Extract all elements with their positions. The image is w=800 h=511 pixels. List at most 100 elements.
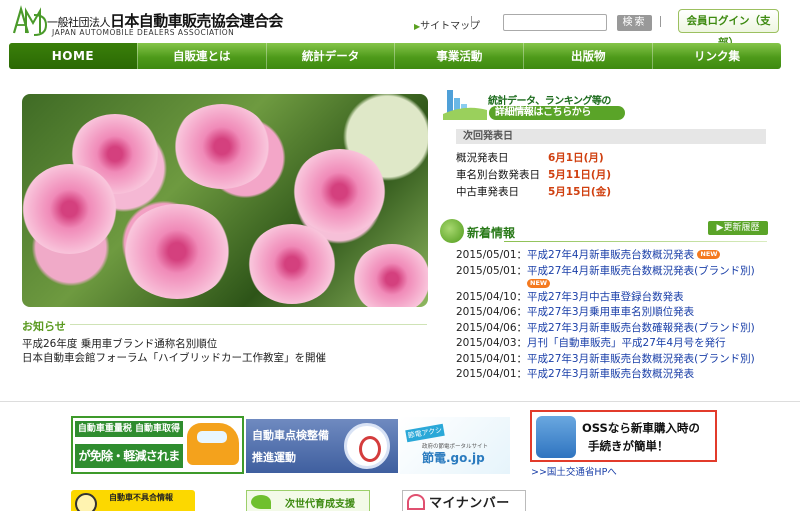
nav-publications[interactable]: 出版物 (523, 43, 652, 69)
search-button[interactable]: 検索 (617, 15, 652, 31)
news-item: 2015/04/03：月刊「自動車販売」平成27年4月号を発行 (456, 336, 786, 352)
news-date: 2015/04/01： (456, 368, 528, 380)
inspection-line1: 自動車点検整備 (252, 429, 329, 442)
azalea-flower (352, 244, 428, 307)
divider (471, 16, 472, 27)
news-link[interactable]: 月刊「自動車販売」平成27年4月号を発行 (527, 337, 726, 349)
setsuden-domain: 節電.go.jp (422, 451, 485, 465)
mynumber-label: マイナンバー (429, 496, 510, 511)
stats-banner[interactable]: 統計データ、ランキング等の 詳細情報はこちらから (441, 88, 629, 122)
oss-line2: 手続きが簡単！ (588, 439, 669, 453)
nav-links[interactable]: リンク集 (652, 43, 781, 69)
nav-statistics[interactable]: 統計データ (265, 43, 395, 69)
divider (504, 241, 767, 242)
section-divider (0, 401, 800, 402)
release-date: 5月11日(月) (548, 169, 612, 181)
jada-logo[interactable] (12, 5, 48, 37)
news-item: 2015/05/01：平成27年4月新車販売台数概況発表 NEW (456, 248, 786, 264)
azalea-flower (247, 224, 337, 304)
main-nav: HOME 自販連とは 統計データ 事業活動 出版物 リンク集 (9, 43, 781, 69)
oss-banner[interactable]: OSSなら新車購入時の 手続きが簡単！ (530, 410, 717, 462)
new-badge: NEW (697, 250, 721, 259)
search-input[interactable] (503, 14, 607, 31)
release-date: 5月15日(金) (548, 186, 612, 198)
azalea-flower (122, 204, 232, 299)
release-label: 中古車発表日 (456, 186, 519, 198)
azalea-flower (292, 149, 387, 234)
divider (660, 16, 661, 27)
mynumber-mascot-icon (407, 494, 425, 510)
next-release-table: 概況発表日 6月1日(月) 車名別台数発表日 5月11日(月) 中古車発表日 5… (456, 150, 756, 201)
news-link[interactable]: 平成27年3月新車販売台数確報発表(ブランド別) (527, 322, 755, 334)
release-label: 車名別台数発表日 (456, 169, 540, 181)
nav-home[interactable]: HOME (9, 43, 137, 69)
next-release-row: 中古車発表日 5月15日(金) (456, 184, 756, 201)
news-link[interactable]: 平成27年3月中古車登録台数発表 (527, 291, 684, 303)
bar-chart-icon (443, 90, 487, 120)
defect-info-banner[interactable]: 自動車不具合情報 (71, 490, 195, 511)
mynumber-banner[interactable]: マイナンバー (402, 490, 526, 511)
inspection-seal-icon (344, 423, 390, 469)
notice-title: お知らせ (22, 320, 66, 333)
news-date: 2015/04/06： (456, 306, 528, 318)
oss-line1: OSSなら新車購入時の (582, 421, 700, 435)
setsuden-tag: 節電アクション (405, 423, 445, 450)
nav-about[interactable]: 自販連とは (136, 43, 266, 69)
next-release-row: 車名別台数発表日 5月11日(月) (456, 167, 756, 184)
news-list: 2015/05/01：平成27年4月新車販売台数概況発表 NEW 2015/05… (456, 248, 786, 383)
mlit-link[interactable]: >>国土交通省HPへ (531, 464, 617, 478)
news-item: 2015/04/01：平成27年3月新車販売台数概況発表(ブランド別) (456, 352, 786, 368)
news-date: 2015/04/06： (456, 321, 528, 334)
leaf-icon (440, 219, 464, 243)
nextgen-label: 次世代育成支援 (285, 499, 355, 510)
car-icon (187, 423, 239, 465)
news-link[interactable]: 平成27年4月新車販売台数概況発表(ブランド別) (527, 265, 755, 277)
news-date: 2015/04/10： (456, 290, 528, 303)
news-item: 2015/05/01：平成27年4月新車販売台数概況発表(ブランド別) NEW (456, 264, 786, 290)
next-release-title: 次回発表日 (456, 129, 766, 144)
new-badge: NEW (527, 278, 551, 288)
defect-label: 自動車不具合情報 (109, 493, 173, 502)
inspection-line2: 推進運動 (252, 451, 296, 464)
notice-list: 平成26年度 乗用車ブランド通称名別順位 日本自動車会館フォーラム「ハイブリッド… (22, 337, 326, 365)
news-item: 2015/04/06：平成27年3月新車販売台数確報発表(ブランド別) (456, 321, 786, 337)
setsuden-banner[interactable]: 節電アクション 政府の節電ポータルサイト 節電.go.jp (400, 417, 510, 474)
notice-link[interactable]: 日本自動車会館フォーラム「ハイブリッドカー工作教室」を開催 (22, 351, 326, 365)
news-link[interactable]: 平成27年3月新車販売台数概況発表 (527, 368, 694, 380)
tax-banner-line1: 自動車重量税 自動車取得税 (75, 421, 183, 450)
release-label: 概況発表日 (456, 152, 509, 164)
news-link[interactable]: 平成27年4月新車販売台数概況発表 (527, 249, 694, 261)
news-date: 2015/04/01： (456, 352, 528, 365)
release-date: 6月1日(月) (548, 152, 604, 164)
tax-banner-line2: が免除・軽減されます。 (75, 444, 183, 468)
tax-exemption-banner[interactable]: 自動車重量税 自動車取得税 が免除・軽減されます。 (71, 416, 244, 474)
news-item: 2015/04/06：平成27年3月乗用車車名別順位発表 (456, 305, 786, 321)
mascot-icon (75, 493, 97, 511)
azalea-flower (22, 164, 117, 254)
inspection-campaign-banner[interactable]: 自動車点検整備 推進運動 (246, 419, 398, 473)
update-history-button[interactable]: ▶更新履歴 (708, 221, 768, 235)
news-date: 2015/05/01： (456, 249, 528, 261)
news-title: 新着情報 (467, 226, 516, 240)
hero-image (22, 94, 428, 307)
member-login-button[interactable]: 会員ログイン（支部） (678, 9, 779, 49)
nav-activities[interactable]: 事業活動 (394, 43, 523, 69)
org-name-english: JAPAN AUTOMOBILE DEALERS ASSOCIATION (52, 28, 235, 37)
person-icon (536, 416, 576, 458)
news-header: 新着情報 ▶更新履歴 (440, 215, 770, 243)
news-date: 2015/04/03： (456, 337, 528, 349)
divider (70, 324, 427, 325)
azalea-flower (172, 104, 272, 189)
notice-link[interactable]: 平成26年度 乗用車ブランド通称名別順位 (22, 337, 326, 351)
news-date: 2015/05/01： (456, 264, 528, 277)
next-release-row: 概況発表日 6月1日(月) (456, 150, 756, 167)
news-link[interactable]: 平成27年3月新車販売台数概況発表(ブランド別) (527, 353, 755, 365)
stats-banner-line1: 統計データ、ランキング等の (488, 96, 611, 107)
site-header: 一般社団法人日本自動車販売協会連合会 JAPAN AUTOMOBILE DEAL… (0, 0, 800, 49)
news-item: 2015/04/10：平成27年3月中古車登録台数発表 (456, 290, 786, 306)
stats-banner-line2: 詳細情報はこちらから (489, 106, 625, 120)
nextgen-support-banner[interactable]: 次世代育成支援 (246, 490, 370, 511)
leaf-icon (251, 495, 271, 509)
news-item: 2015/04/01：平成27年3月新車販売台数概況発表 (456, 367, 786, 383)
news-link[interactable]: 平成27年3月乗用車車名別順位発表 (527, 306, 694, 318)
